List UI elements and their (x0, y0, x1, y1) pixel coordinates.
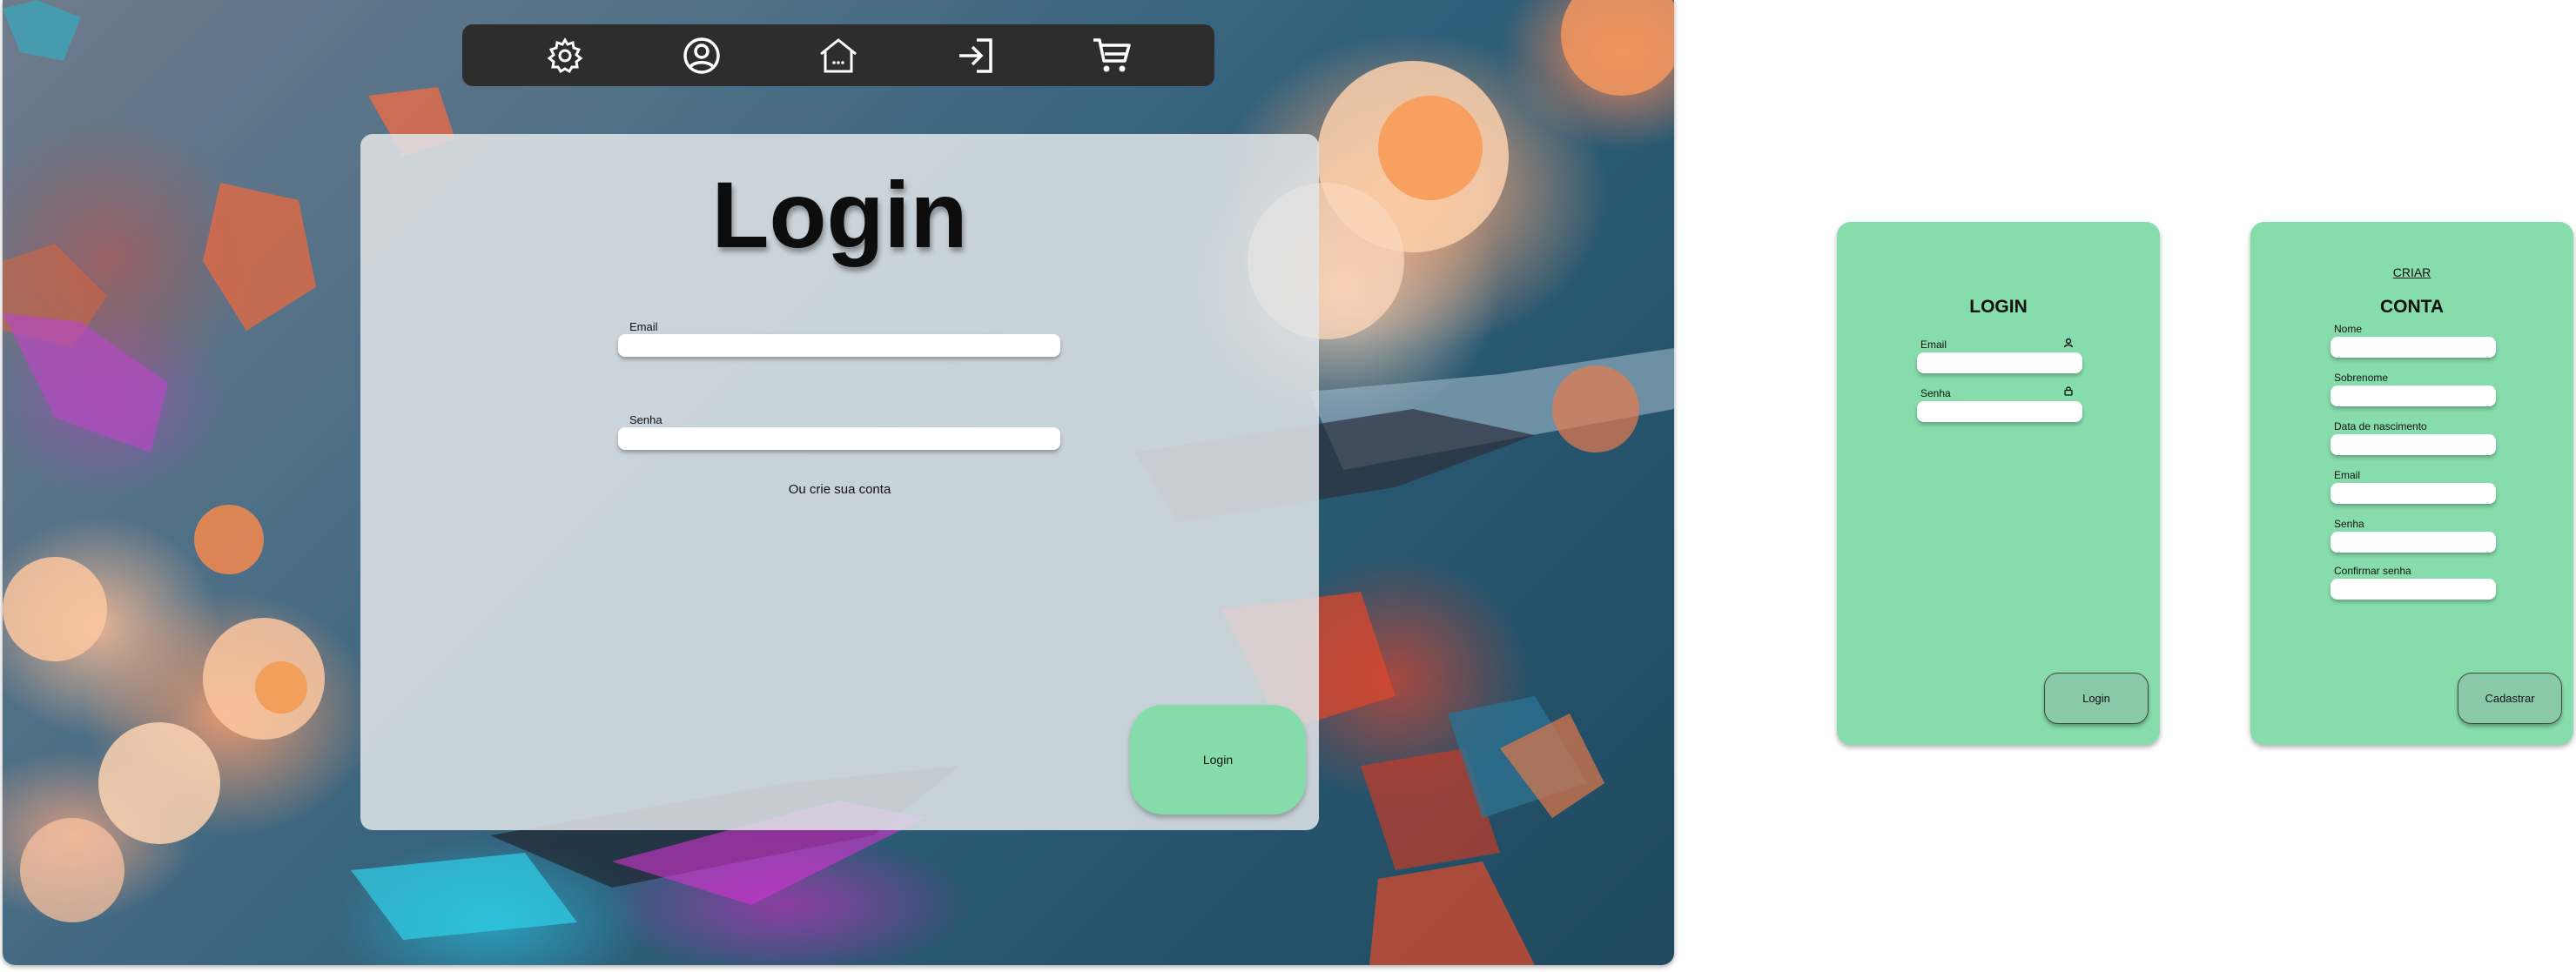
nav-cart-button[interactable] (1086, 30, 1138, 82)
page-title: Login (711, 162, 968, 267)
signup-email-field[interactable] (2331, 483, 2496, 504)
sign-in-icon (958, 37, 992, 73)
birthdate-label: Data de nascimento (2334, 420, 2427, 432)
email-field[interactable] (618, 334, 1060, 357)
login-button[interactable]: Login (1130, 705, 1306, 814)
nav-settings-button[interactable] (539, 30, 591, 82)
email-label: Email (629, 320, 658, 333)
mobile-email-field[interactable] (1917, 352, 2082, 373)
confirm-password-field[interactable] (2331, 579, 2496, 600)
password-label: Senha (629, 413, 662, 426)
home-icon (820, 37, 857, 72)
mobile-email-label: Email (1920, 339, 1947, 351)
signup-email-label: Email (2334, 469, 2361, 481)
nav-login-button[interactable] (949, 30, 1001, 82)
signup-title: CONTA (2379, 297, 2445, 317)
mobile-password-label: Senha (1920, 387, 1951, 399)
last-name-label: Sobrenome (2334, 372, 2389, 384)
mobile-signup-card: CRIAR CONTA Nome Sobrenome Data de nasci… (2250, 222, 2573, 745)
birthdate-field[interactable] (2331, 434, 2496, 455)
user-icon (2063, 338, 2074, 348)
top-nav-bar (462, 24, 1214, 86)
password-field[interactable] (618, 427, 1060, 450)
mobile-login-button[interactable]: Login (2044, 673, 2149, 724)
confirm-password-label: Confirmar senha (2334, 565, 2411, 577)
nav-profile-button[interactable] (676, 30, 728, 82)
nav-home-button[interactable] (812, 30, 864, 82)
signup-subtitle: CRIAR (2392, 265, 2431, 279)
cart-icon (1093, 37, 1131, 71)
desktop-login-screen: Login Email Senha Ou crie sua conta Logi… (3, 0, 1674, 965)
mobile-login-title: LOGIN (1969, 297, 2028, 317)
last-name-field[interactable] (2331, 385, 2496, 406)
login-panel: Login Email Senha Ou crie sua conta Logi… (360, 134, 1319, 830)
signup-password-label: Senha (2334, 518, 2364, 530)
signup-password-field[interactable] (2331, 532, 2496, 553)
mobile-login-card: LOGIN Email Senha Login (1837, 222, 2160, 745)
mobile-password-field[interactable] (1917, 401, 2082, 422)
first-name-label: Nome (2334, 323, 2363, 335)
first-name-field[interactable] (2331, 337, 2496, 358)
create-account-link[interactable]: Ou crie sua conta (360, 482, 1319, 497)
register-button[interactable]: Cadastrar (2458, 673, 2562, 724)
lock-icon (2064, 386, 2073, 396)
user-circle-icon (683, 37, 720, 74)
gear-icon (547, 37, 583, 73)
